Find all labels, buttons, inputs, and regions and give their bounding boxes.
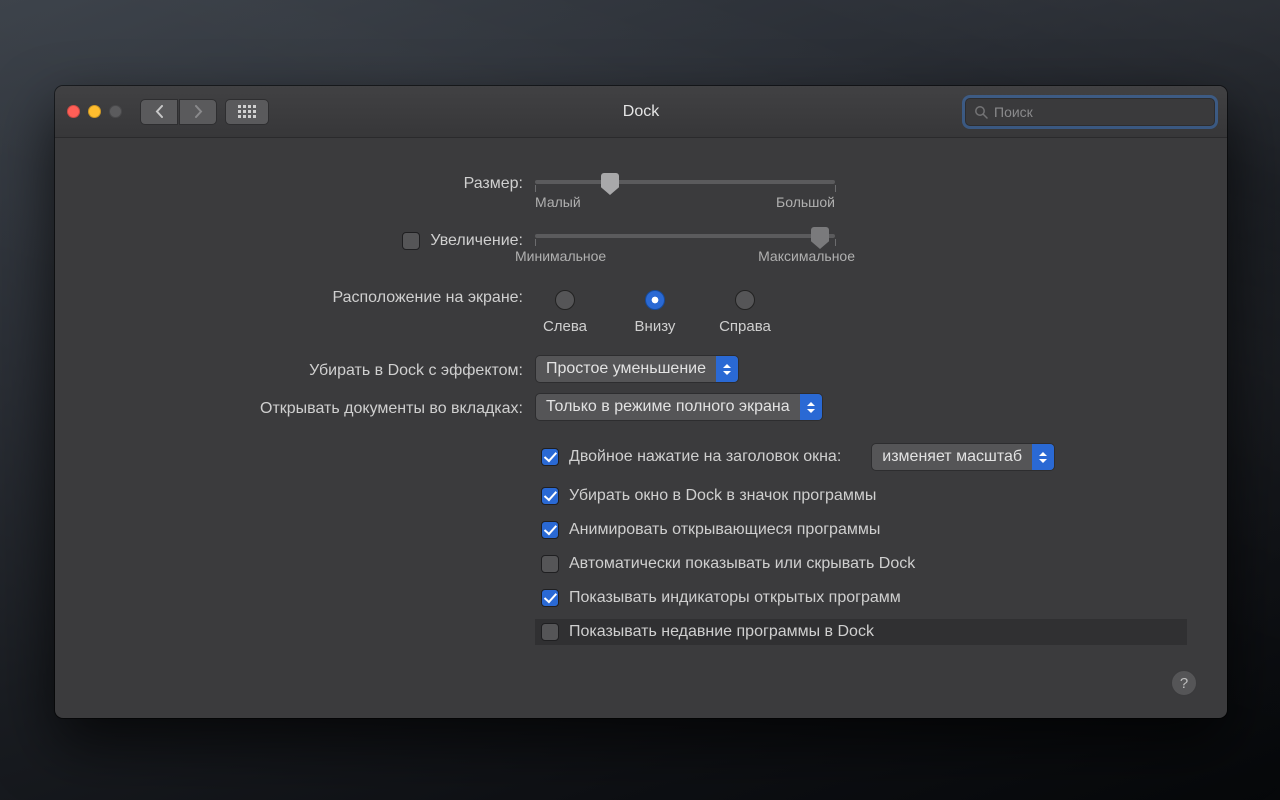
minimize-effect-label: Убирать в Dock с эффектом: [95,359,535,380]
minimize-effect-value: Простое уменьшение [546,360,706,378]
search-field[interactable] [965,98,1215,126]
close-button[interactable] [67,105,80,118]
search-input[interactable] [994,104,1206,120]
chevron-left-icon [155,105,164,118]
magnification-slider[interactable] [535,226,835,238]
size-slider[interactable] [535,172,835,184]
help-button[interactable]: ? [1171,670,1197,696]
show-all-button[interactable] [225,99,269,125]
size-min-label: Малый [535,194,581,210]
position-bottom-label: Внизу [635,318,676,335]
grid-icon [238,105,256,118]
magnification-label: Увеличение: [430,232,523,250]
recents-checkbox[interactable] [541,623,559,641]
double-click-label: Двойное нажатие на заголовок окна: [569,448,841,466]
auto-hide-checkbox[interactable] [541,555,559,573]
search-icon [974,105,988,119]
titlebar: Dock [55,86,1227,138]
magnification-checkbox[interactable] [402,232,420,250]
minimize-button[interactable] [88,105,101,118]
forward-button[interactable] [179,99,217,125]
double-click-checkbox[interactable] [541,448,559,466]
back-button[interactable] [140,99,178,125]
position-right-radio[interactable] [735,290,755,310]
indicators-checkbox[interactable] [541,589,559,607]
stepper-icon [716,356,738,382]
animate-open-label: Анимировать открывающиеся программы [569,521,880,539]
position-left-label: Слева [543,318,587,335]
auto-hide-label: Автоматически показывать или скрывать Do… [569,555,915,573]
nav-buttons [140,99,217,125]
minimize-to-app-checkbox[interactable] [541,487,559,505]
position-left-radio[interactable] [555,290,575,310]
size-max-label: Большой [776,194,835,210]
magnification-min-label: Минимальное [515,248,606,264]
stepper-icon [1032,444,1054,470]
zoom-button[interactable] [109,105,122,118]
magnification-max-label: Максимальное [758,248,855,264]
position-radio-group: Слева Внизу Справа [535,286,1187,335]
minimize-to-app-label: Убирать окно в Dock в значок программы [569,487,876,505]
double-click-select[interactable]: изменяет масштаб [871,443,1055,471]
window-controls [67,105,122,118]
preferences-window: Dock Размер: Малый Большой [55,86,1227,718]
stepper-icon [800,394,822,420]
open-tabs-value: Только в режиме полного экрана [546,398,790,416]
position-right-label: Справа [719,318,771,335]
animate-open-checkbox[interactable] [541,521,559,539]
pane-body: Размер: Малый Большой Увеличение: [55,138,1227,718]
minimize-effect-select[interactable]: Простое уменьшение [535,355,739,383]
indicators-label: Показывать индикаторы открытых программ [569,589,901,607]
recents-label: Показывать недавние программы в Dock [569,623,874,641]
position-bottom-radio[interactable] [645,290,665,310]
open-tabs-select[interactable]: Только в режиме полного экрана [535,393,823,421]
chevron-right-icon [194,105,203,118]
open-tabs-label: Открывать документы во вкладках: [95,397,535,418]
position-label: Расположение на экране: [95,286,535,307]
size-label: Размер: [95,172,535,193]
double-click-value: изменяет масштаб [882,448,1022,466]
